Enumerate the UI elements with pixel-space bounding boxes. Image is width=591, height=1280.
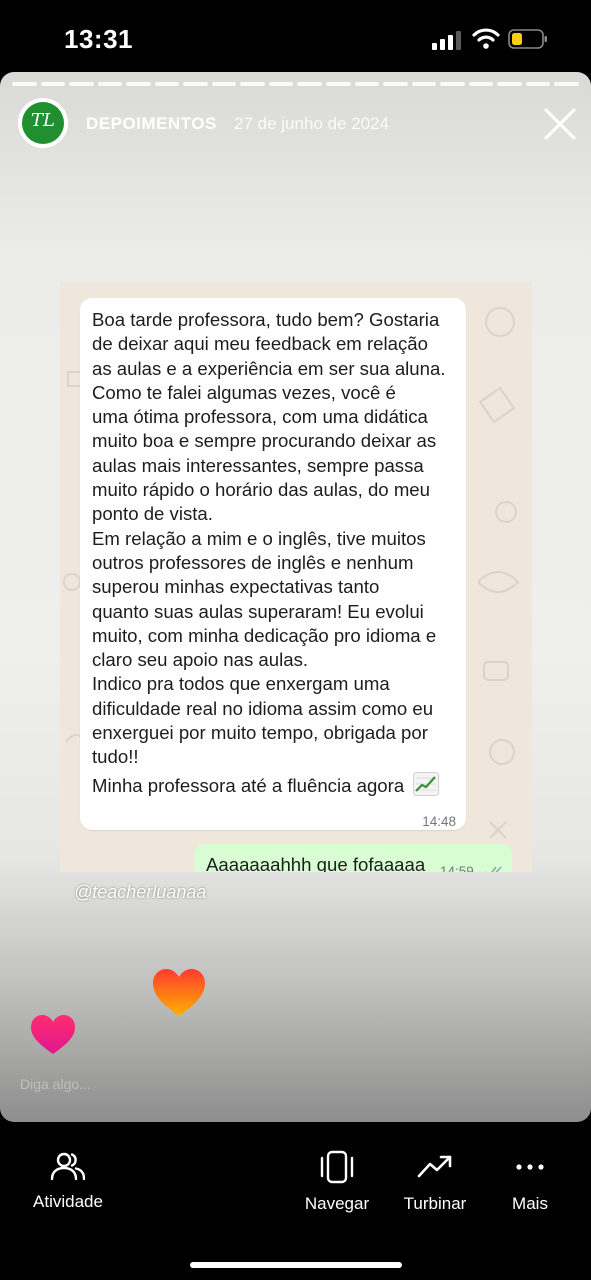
outgoing-message-bubble: Aaaaaaahhh que fofaaaaa 14:59 bbox=[194, 844, 512, 872]
story-reply-input[interactable]: Diga algo... bbox=[20, 1076, 91, 1092]
message-text: Boa tarde professora, tudo bem? Gostaria… bbox=[92, 309, 446, 768]
chart-increasing-emoji-icon bbox=[413, 772, 440, 796]
signal-icon bbox=[432, 31, 461, 50]
story-date: 27 de junho de 2024 bbox=[234, 114, 390, 133]
bottom-action-bar: Atividade Navegar Turbinar Mais bbox=[0, 1122, 591, 1280]
browse-label: Navegar bbox=[304, 1194, 370, 1213]
boost-button[interactable]: Turbinar bbox=[400, 1150, 470, 1214]
mention-sticker[interactable]: @teacherluanaa bbox=[74, 882, 206, 903]
reply-time: 14:59 bbox=[440, 864, 474, 872]
more-icon bbox=[516, 1164, 544, 1170]
avatar-monogram: TL bbox=[31, 110, 55, 131]
reply-text: Aaaaaaahhh que fofaaaaa bbox=[206, 854, 426, 872]
more-button[interactable]: Mais bbox=[506, 1150, 554, 1214]
story-progress-bar bbox=[12, 82, 579, 86]
highlight-title[interactable]: DEPOIMENTOS bbox=[86, 114, 217, 134]
wifi-icon bbox=[472, 28, 500, 49]
message-last-line-text: Minha professora até a fluência agora bbox=[92, 775, 405, 796]
carousel-icon bbox=[320, 1150, 354, 1184]
trending-up-icon bbox=[417, 1155, 452, 1178]
message-last-line: Minha professora até a fluência agora bbox=[92, 772, 440, 797]
home-indicator[interactable] bbox=[190, 1262, 402, 1268]
chat-screenshot: Boa tarde professora, tudo bem? Gostaria… bbox=[60, 282, 532, 872]
incoming-message-bubble: Boa tarde professora, tudo bem? Gostaria… bbox=[80, 298, 466, 830]
battery-icon bbox=[508, 29, 547, 49]
heart-reaction-icon bbox=[153, 969, 205, 1016]
boost-label: Turbinar bbox=[403, 1194, 467, 1213]
more-label: Mais bbox=[512, 1194, 548, 1213]
browse-button[interactable]: Navegar bbox=[302, 1150, 372, 1214]
people-icon bbox=[50, 1152, 86, 1181]
activity-button[interactable]: Atividade bbox=[30, 1150, 106, 1212]
activity-label: Atividade bbox=[33, 1192, 103, 1211]
status-time: 13:31 bbox=[64, 24, 133, 54]
close-icon[interactable] bbox=[542, 106, 578, 142]
avatar[interactable]: TL bbox=[18, 98, 68, 148]
story-viewer[interactable]: TL DEPOIMENTOS 27 de junho de 2024 Boa t… bbox=[0, 72, 591, 1122]
message-time: 14:48 bbox=[422, 814, 456, 829]
read-ticks-icon bbox=[485, 866, 502, 872]
status-bar: 13:31 bbox=[0, 0, 591, 72]
avatar-logo: TL bbox=[22, 102, 64, 144]
heart-reaction-icon bbox=[31, 1015, 75, 1054]
